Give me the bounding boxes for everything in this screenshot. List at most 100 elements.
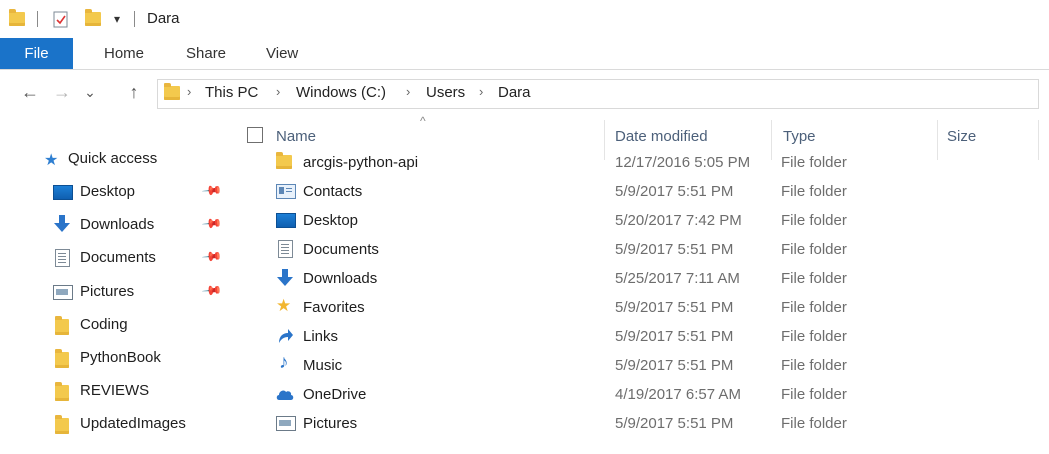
nav-item-quick-access[interactable]: ★ Quick access <box>0 145 235 175</box>
folder-icon <box>55 316 69 339</box>
item-name: Links <box>303 328 339 345</box>
column-header-date-modified[interactable]: Date modified <box>615 128 708 145</box>
documents-icon <box>55 249 70 271</box>
item-name: Documents <box>303 241 379 258</box>
tab-file[interactable]: File <box>0 38 73 69</box>
item-name: Pictures <box>303 415 358 432</box>
nav-item-pictures[interactable]: Pictures 📌 <box>0 277 235 307</box>
chevron-right-icon[interactable]: › <box>479 84 483 99</box>
item-date: 12/17/2016 5:05 PM <box>615 154 751 171</box>
nav-item-coding[interactable]: Coding <box>0 310 235 340</box>
forward-arrow-icon[interactable]: → <box>50 80 74 104</box>
item-date: 5/9/2017 5:51 PM <box>615 299 734 316</box>
folder-icon <box>55 415 69 438</box>
tab-view[interactable]: View <box>266 38 298 69</box>
pin-icon[interactable]: 📌 <box>201 180 223 203</box>
item-date: 5/9/2017 5:51 PM <box>615 328 734 345</box>
pin-icon[interactable]: 📌 <box>201 213 223 236</box>
item-date: 5/9/2017 5:51 PM <box>615 415 734 432</box>
window-title: Dara <box>147 10 180 27</box>
list-item[interactable]: arcgis-python-api 12/17/2016 5:05 PM Fil… <box>240 149 1049 178</box>
column-header-name[interactable]: Name <box>276 128 316 145</box>
item-type: File folder <box>781 183 847 200</box>
item-name: Downloads <box>303 270 378 287</box>
item-type: File folder <box>781 299 847 316</box>
properties-check-icon[interactable] <box>53 9 69 29</box>
item-type: File folder <box>781 270 847 287</box>
item-type: File folder <box>781 154 847 171</box>
nav-item-documents[interactable]: Documents 📌 <box>0 243 235 273</box>
item-name: Music <box>303 357 343 374</box>
tab-home[interactable]: Home <box>104 38 144 69</box>
nav-item-label: Quick access <box>68 150 158 167</box>
nav-item-desktop[interactable]: Desktop 📌 <box>0 177 235 207</box>
quick-access-star-icon: ★ <box>44 152 59 169</box>
music-note-icon: ♪ <box>279 352 289 373</box>
chevron-right-icon[interactable]: › <box>276 84 280 99</box>
nav-item-downloads[interactable]: Downloads 📌 <box>0 210 235 240</box>
folder-icon <box>276 152 292 173</box>
breadcrumb-dara[interactable]: Dara <box>498 84 531 101</box>
item-date: 5/20/2017 7:42 PM <box>615 212 742 229</box>
nav-item-updatedimages[interactable]: UpdatedImages <box>0 409 235 439</box>
new-folder-icon[interactable] <box>85 9 101 29</box>
list-item[interactable]: OneDrive 4/19/2017 6:57 AM File folder <box>240 381 1049 410</box>
list-item[interactable]: ♪ Music 5/9/2017 5:51 PM File folder <box>240 352 1049 381</box>
list-item[interactable]: ★ Favorites 5/9/2017 5:51 PM File folder <box>240 294 1049 323</box>
links-icon <box>276 327 294 349</box>
onedrive-cloud-icon <box>276 388 294 405</box>
up-arrow-icon[interactable]: ↑ <box>122 80 146 104</box>
chevron-right-icon[interactable]: › <box>187 84 191 99</box>
chevron-right-icon[interactable]: › <box>406 84 410 99</box>
item-name: arcgis-python-api <box>303 154 419 171</box>
item-date: 5/9/2017 5:51 PM <box>615 357 734 374</box>
item-date: 4/19/2017 6:57 AM <box>615 386 741 403</box>
column-header-size[interactable]: Size <box>947 128 976 145</box>
list-item[interactable]: Documents 5/9/2017 5:51 PM File folder <box>240 236 1049 265</box>
nav-item-label: Desktop <box>80 183 136 200</box>
item-name: Favorites <box>303 299 365 316</box>
column-header-type[interactable]: Type <box>783 128 816 145</box>
nav-item-label: PythonBook <box>80 349 161 366</box>
item-type: File folder <box>781 357 847 374</box>
item-date: 5/25/2017 7:11 AM <box>615 270 740 287</box>
select-all-checkbox[interactable] <box>247 127 263 143</box>
contacts-icon <box>276 184 296 203</box>
back-arrow-icon[interactable]: ← <box>18 80 42 104</box>
tab-share[interactable]: Share <box>186 38 226 69</box>
folder-icon[interactable] <box>9 9 25 29</box>
navigation-row: ← → ⌄ ↑ › This PC › Windows (C:) › Users… <box>0 72 1049 114</box>
nav-item-reviews[interactable]: REVIEWS <box>0 376 235 406</box>
list-item[interactable]: Downloads 5/25/2017 7:11 AM File folder <box>240 265 1049 294</box>
list-item[interactable]: Contacts 5/9/2017 5:51 PM File folder <box>240 178 1049 207</box>
nav-item-pythonbook[interactable]: PythonBook <box>0 343 235 373</box>
nav-item-label: Downloads <box>80 216 155 233</box>
recent-locations-chevron-icon[interactable]: ⌄ <box>80 80 100 104</box>
nav-item-label: REVIEWS <box>80 382 150 399</box>
folder-icon <box>55 382 69 405</box>
item-type: File folder <box>781 328 847 345</box>
nav-item-label: UpdatedImages <box>80 415 186 432</box>
sort-ascending-caret-icon: ^ <box>420 114 426 128</box>
pictures-icon <box>276 416 296 435</box>
breadcrumb-users[interactable]: Users <box>426 84 465 101</box>
breadcrumb-this-pc[interactable]: This PC <box>205 84 258 101</box>
item-name: Contacts <box>303 183 363 200</box>
pictures-icon <box>53 285 73 304</box>
favorites-star-icon: ★ <box>276 296 292 315</box>
breadcrumb-windows-c[interactable]: Windows (C:) <box>296 84 386 101</box>
desktop-icon <box>53 185 73 204</box>
quick-access-dropdown[interactable]: ▾ <box>114 9 120 29</box>
nav-item-label: Coding <box>80 316 128 333</box>
separator <box>37 9 38 29</box>
nav-item-label: Documents <box>80 249 156 266</box>
list-item[interactable]: Desktop 5/20/2017 7:42 PM File folder <box>240 207 1049 236</box>
documents-icon <box>278 240 293 262</box>
pin-icon[interactable]: 📌 <box>201 246 223 269</box>
item-type: File folder <box>781 386 847 403</box>
downloads-icon <box>276 268 294 292</box>
pin-icon[interactable]: 📌 <box>201 280 223 303</box>
list-item[interactable]: Links 5/9/2017 5:51 PM File folder <box>240 323 1049 352</box>
address-bar[interactable]: › This PC › Windows (C:) › Users › Dara <box>157 79 1039 109</box>
list-item[interactable]: Pictures 5/9/2017 5:51 PM File folder <box>240 410 1049 439</box>
